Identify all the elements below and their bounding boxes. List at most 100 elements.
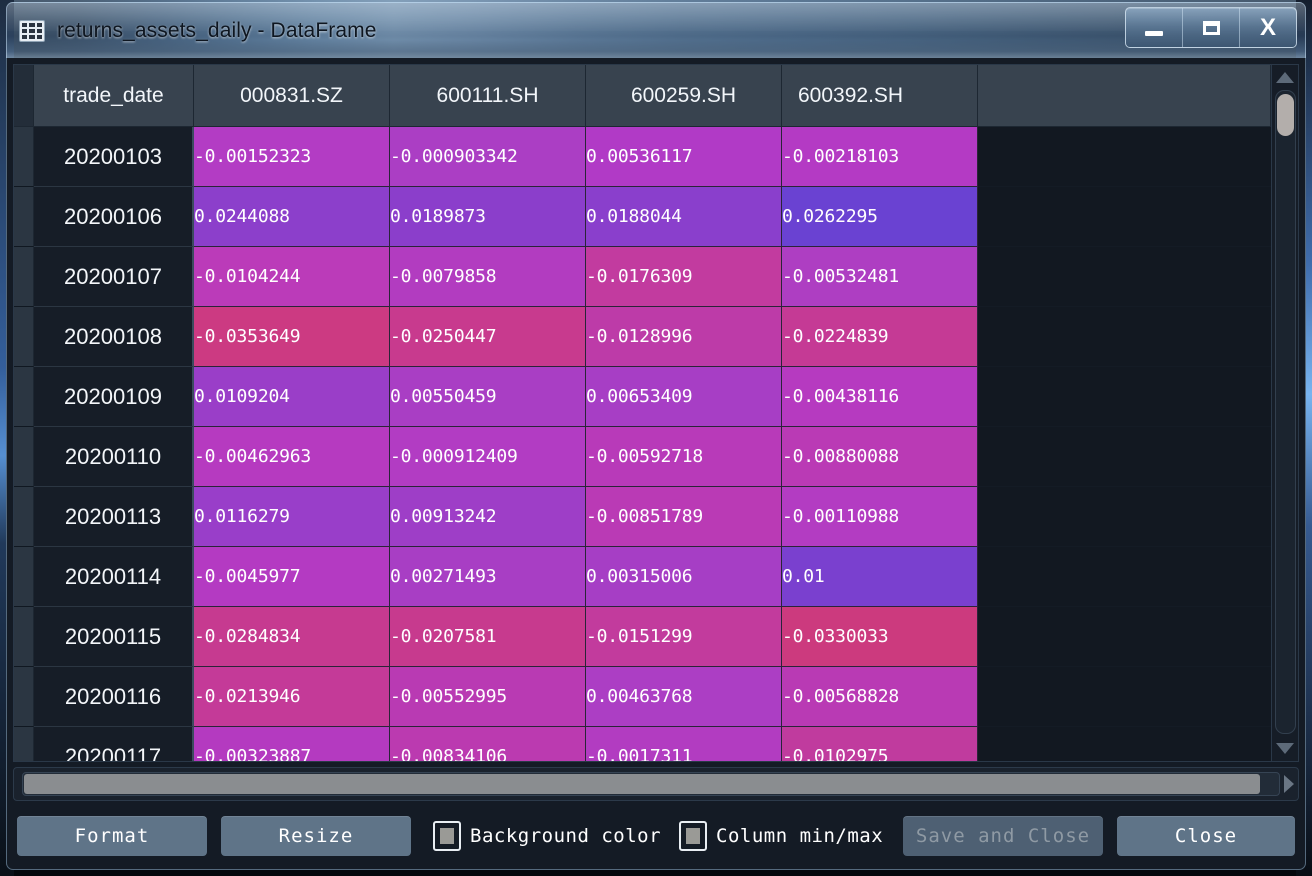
row-index-cell[interactable]: 20200103 xyxy=(34,127,194,187)
data-cell[interactable]: -0.00851789 xyxy=(586,487,782,547)
data-cell[interactable]: 0.0188044 xyxy=(586,187,782,247)
data-cell[interactable]: 0.00315006 xyxy=(586,547,782,607)
column-header-2[interactable]: 600259.SH xyxy=(586,65,782,127)
row-index-cell[interactable]: 20200117 xyxy=(34,727,194,761)
data-cell[interactable]: -0.00462963 xyxy=(194,427,390,487)
data-cell[interactable]: -0.0330033 xyxy=(782,607,978,667)
column-minmax-checkbox-wrap[interactable]: Column min/max xyxy=(679,821,883,851)
data-cell[interactable]: -0.00323887 xyxy=(194,727,390,761)
data-cell[interactable]: 0.0116279 xyxy=(194,487,390,547)
background-color-checkbox-wrap[interactable]: Background color xyxy=(433,821,661,851)
data-cell[interactable]: 0.0262295 xyxy=(782,187,978,247)
data-cell[interactable]: -0.00592718 xyxy=(586,427,782,487)
maximize-button[interactable] xyxy=(1183,8,1240,47)
row-index-cell[interactable]: 20200109 xyxy=(34,367,194,427)
title-bar[interactable]: returns_assets_daily - DataFrame X xyxy=(6,2,1306,58)
column-header-1[interactable]: 600111.SH xyxy=(390,65,586,127)
data-cell[interactable]: 0.00271493 xyxy=(390,547,586,607)
vertical-scrollbar[interactable] xyxy=(1271,65,1298,761)
row-gutter[interactable] xyxy=(14,667,34,727)
data-cell[interactable]: 0.01 xyxy=(782,547,978,607)
background-color-checkbox[interactable] xyxy=(433,821,461,851)
data-cell[interactable]: -0.0250447 xyxy=(390,307,586,367)
data-cell[interactable]: 0.00913242 xyxy=(390,487,586,547)
data-cell[interactable]: -0.0128996 xyxy=(586,307,782,367)
data-cell[interactable]: -0.0102975 xyxy=(782,727,978,761)
row-gutter[interactable] xyxy=(14,607,34,667)
format-button[interactable]: Format xyxy=(17,816,207,856)
data-cell[interactable]: 0.00550459 xyxy=(390,367,586,427)
row-gutter[interactable] xyxy=(14,127,34,187)
data-cell[interactable]: -0.0104244 xyxy=(194,247,390,307)
row-index-cell[interactable]: 20200107 xyxy=(34,247,194,307)
table-row[interactable]: 20200109 0.0109204 0.00550459 0.00653409 -0.… xyxy=(14,367,1271,427)
row-gutter[interactable] xyxy=(14,487,34,547)
data-cell[interactable]: 0.00653409 xyxy=(586,367,782,427)
row-gutter[interactable] xyxy=(14,367,34,427)
table-row[interactable]: 20200110 -0.00462963 -0.000912409 -0.005927… xyxy=(14,427,1271,487)
data-cell[interactable]: -0.000912409 xyxy=(390,427,586,487)
row-gutter[interactable] xyxy=(14,187,34,247)
data-cell[interactable]: -0.0151299 xyxy=(586,607,782,667)
data-cell[interactable]: 0.0189873 xyxy=(390,187,586,247)
horizontal-scroll-thumb[interactable] xyxy=(24,774,1260,794)
data-cell[interactable]: -0.00552995 xyxy=(390,667,586,727)
data-cell[interactable]: 0.00536117 xyxy=(586,127,782,187)
row-gutter[interactable] xyxy=(14,547,34,607)
row-index-cell[interactable]: 20200115 xyxy=(34,607,194,667)
data-cell[interactable]: -0.0045977 xyxy=(194,547,390,607)
data-cell[interactable]: -0.00834106 xyxy=(390,727,586,761)
table-row[interactable]: 20200106 0.0244088 0.0189873 0.0188044 0.026… xyxy=(14,187,1271,247)
table-scroll-area[interactable]: trade_date 000831.SZ 600111.SH 600259.SH… xyxy=(14,65,1271,761)
vertical-scroll-thumb[interactable] xyxy=(1276,94,1294,136)
scroll-down-arrow-icon[interactable] xyxy=(1276,743,1294,754)
row-index-cell[interactable]: 20200110 xyxy=(34,427,194,487)
table-row[interactable]: 20200107 -0.0104244 -0.0079858 -0.0176309 -0… xyxy=(14,247,1271,307)
data-cell[interactable]: -0.0079858 xyxy=(390,247,586,307)
data-cell[interactable]: -0.00532481 xyxy=(782,247,978,307)
data-cell[interactable]: -0.00568828 xyxy=(782,667,978,727)
horizontal-scrollbar[interactable] xyxy=(13,767,1299,801)
data-cell[interactable]: -0.000903342 xyxy=(390,127,586,187)
data-cell[interactable]: 0.00463768 xyxy=(586,667,782,727)
close-button[interactable]: Close xyxy=(1117,816,1295,856)
column-header-3[interactable]: 600392.SH xyxy=(782,65,978,127)
close-window-button[interactable]: X xyxy=(1240,8,1296,47)
table-row[interactable]: 20200116 -0.0213946 -0.00552995 0.00463768-… xyxy=(14,667,1271,727)
column-minmax-checkbox[interactable] xyxy=(679,821,708,851)
table-row[interactable]: 20200113 0.0116279 0.00913242 -0.00851789 -0… xyxy=(14,487,1271,547)
data-cell[interactable]: -0.0353649 xyxy=(194,307,390,367)
data-cell[interactable]: 0.0109204 xyxy=(194,367,390,427)
data-cell[interactable]: -0.00152323 xyxy=(194,127,390,187)
table-row[interactable]: 20200103 -0.00152323 -0.000903342 0.0053611… xyxy=(14,127,1271,187)
data-cell[interactable]: -0.0224839 xyxy=(782,307,978,367)
table-row[interactable]: 20200115 -0.0284834 -0.0207581 -0.0151299 -0… xyxy=(14,607,1271,667)
row-gutter[interactable] xyxy=(14,727,34,761)
data-cell[interactable]: -0.00438116 xyxy=(782,367,978,427)
data-cell[interactable]: 0.0244088 xyxy=(194,187,390,247)
minimize-button[interactable] xyxy=(1126,8,1183,47)
vertical-scroll-track[interactable] xyxy=(1274,90,1296,734)
row-index-cell[interactable]: 20200108 xyxy=(34,307,194,367)
data-cell[interactable]: -0.0176309 xyxy=(586,247,782,307)
horizontal-scroll-track[interactable] xyxy=(22,772,1280,796)
resize-button[interactable]: Resize xyxy=(221,816,411,856)
table-row[interactable]: 20200117 -0.00323887 -0.00834106 -0.0017311… xyxy=(14,727,1271,761)
row-index-cell[interactable]: 20200114 xyxy=(34,547,194,607)
row-index-cell[interactable]: 20200113 xyxy=(34,487,194,547)
column-header-0[interactable]: 000831.SZ xyxy=(194,65,390,127)
row-index-cell[interactable]: 20200106 xyxy=(34,187,194,247)
data-cell[interactable]: -0.0284834 xyxy=(194,607,390,667)
scroll-right-arrow-icon[interactable] xyxy=(1284,775,1294,793)
scroll-up-arrow-icon[interactable] xyxy=(1276,72,1294,83)
data-cell[interactable]: -0.0207581 xyxy=(390,607,586,667)
row-gutter[interactable] xyxy=(14,247,34,307)
data-cell[interactable]: -0.00110988 xyxy=(782,487,978,547)
save-and-close-button[interactable]: Save and Close xyxy=(903,816,1103,856)
table-row[interactable]: 20200114 -0.0045977 0.00271493 0.00315006 0.… xyxy=(14,547,1271,607)
row-gutter[interactable] xyxy=(14,427,34,487)
data-cell[interactable]: -0.00880088 xyxy=(782,427,978,487)
column-header-index[interactable]: trade_date xyxy=(34,65,194,127)
row-index-cell[interactable]: 20200116 xyxy=(34,667,194,727)
data-cell[interactable]: -0.0017311 xyxy=(586,727,782,761)
